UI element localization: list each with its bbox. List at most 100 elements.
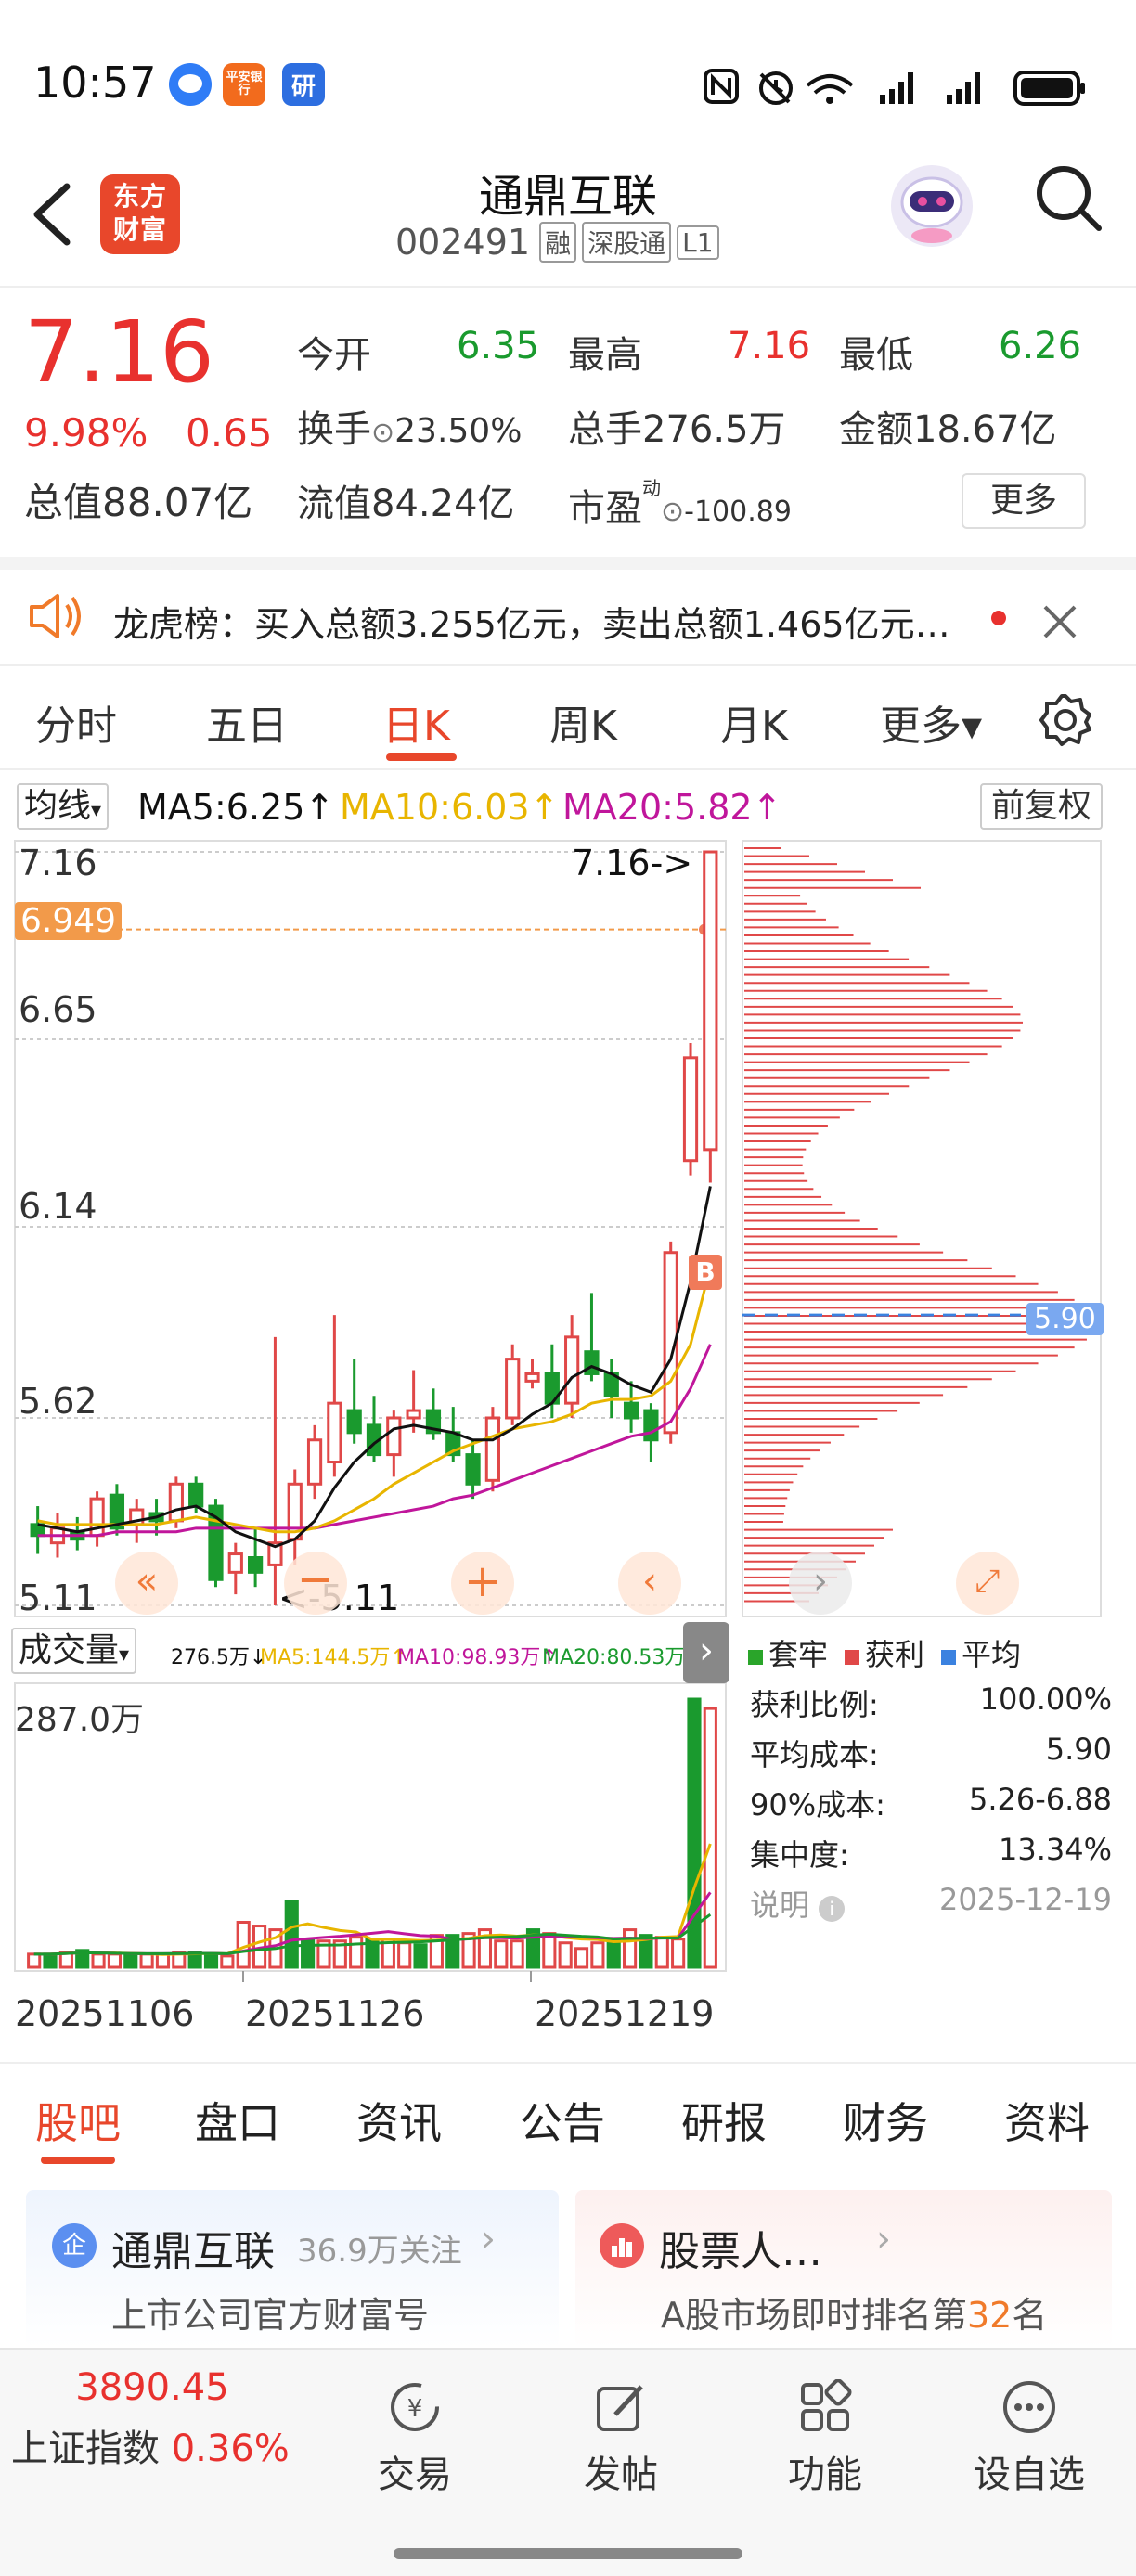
trade-icon: ¥ bbox=[387, 2379, 443, 2435]
candle-body bbox=[227, 1552, 243, 1574]
card-title: 股票人… bbox=[659, 2228, 822, 2275]
index-name-row: 上证指数 0.36% bbox=[11, 2428, 290, 2470]
volume-value: 276.5万↓ bbox=[171, 1646, 267, 1669]
volume-bar bbox=[220, 1954, 235, 1969]
chevron-left-icon[interactable]: ‹ bbox=[618, 1552, 681, 1615]
candle-body bbox=[564, 1335, 580, 1405]
candle-body bbox=[484, 1416, 500, 1482]
x-tick-label: 20251106 bbox=[15, 1993, 195, 2034]
volume-bar bbox=[27, 1952, 42, 1969]
chip-distribution-info: 套牢 获利 平均 获利比例: 100.00% 平均成本: 5.90 90%成本: 5.… bbox=[742, 1626, 1132, 1932]
max-price-annotation: 7.16-> bbox=[572, 843, 693, 883]
ranking-icon bbox=[600, 2223, 644, 2268]
crosshair-price-label: 6.949 bbox=[15, 902, 123, 940]
y-tick-label: 6.14 bbox=[19, 1186, 97, 1227]
buy-marker[interactable]: B bbox=[689, 1255, 722, 1290]
add-watchlist-button[interactable]: 设自选 bbox=[960, 2368, 1099, 2498]
ma5-line bbox=[37, 1186, 712, 1549]
svg-text:¥: ¥ bbox=[407, 2395, 423, 2423]
volume-bar bbox=[703, 1707, 717, 1969]
candle-body bbox=[306, 1438, 323, 1486]
tab-announcements[interactable]: 公告 bbox=[520, 2090, 605, 2151]
tab-news[interactable]: 资讯 bbox=[356, 2090, 442, 2151]
trade-button[interactable]: ¥ 交易 bbox=[345, 2368, 484, 2498]
tab-finance[interactable]: 财务 bbox=[843, 2090, 928, 2151]
plus-icon[interactable]: + bbox=[451, 1552, 514, 1615]
volume-bar bbox=[301, 1938, 316, 1969]
x-tick-label: 20251219 bbox=[535, 1993, 715, 2034]
volume-bar bbox=[590, 1941, 605, 1969]
edit-icon bbox=[593, 2379, 649, 2435]
post-button[interactable]: 发帖 bbox=[551, 2368, 691, 2498]
candle-body bbox=[386, 1416, 402, 1457]
legend-trapped: 套牢 bbox=[748, 1631, 828, 1674]
volume-ma5: MA5:144.5万↑ bbox=[260, 1646, 407, 1669]
tab-research[interactable]: 研报 bbox=[681, 2090, 767, 2151]
candle-body bbox=[623, 1401, 639, 1420]
volume-ma10: MA10:98.93万↑ bbox=[397, 1646, 558, 1669]
official-account-card[interactable]: 企 通鼎互联 36.9万关注 › 上市公司官方财富号 bbox=[26, 2190, 559, 2348]
candle-body bbox=[465, 1453, 481, 1486]
volume-bar bbox=[123, 1954, 138, 1969]
bottom-action-bar: 3890.45 上证指数 0.36% ¥ 交易 发帖 功能 设自选 bbox=[0, 2348, 1136, 2576]
chevron-right-icon[interactable]: › bbox=[789, 1552, 852, 1615]
stock-popularity-card[interactable]: 股票人… › A股市场即时排名第32名 bbox=[575, 2190, 1112, 2348]
avg-cost-label: 5.90 bbox=[1026, 1303, 1104, 1335]
volume-bar bbox=[574, 1947, 589, 1969]
y-tick-label: 5.62 bbox=[19, 1381, 97, 1422]
candle-body bbox=[188, 1482, 204, 1508]
chip-row: 获利比例: 100.00% bbox=[750, 1681, 1112, 1722]
tab-guba[interactable]: 股吧 bbox=[35, 2090, 121, 2151]
chip-legend: 套牢 获利 平均 bbox=[748, 1631, 1021, 1674]
candle-body bbox=[168, 1482, 184, 1523]
volume-bar bbox=[397, 1941, 412, 1969]
grid-icon bbox=[797, 2378, 853, 2435]
chip-note[interactable]: 说明 i 2025-12-19 bbox=[750, 1882, 1112, 1925]
volume-bar bbox=[155, 1952, 171, 1969]
more-dots-icon bbox=[1001, 2379, 1057, 2435]
candle-body bbox=[327, 1401, 342, 1464]
volume-bar bbox=[43, 1952, 58, 1969]
content-tabs: 股吧 盘口 资讯 公告 研报 财务 资料 bbox=[0, 2062, 1136, 2173]
index-ticker[interactable]: 3890.45 上证指数 0.36% bbox=[11, 2366, 290, 2472]
double-chevron-left-icon[interactable]: « bbox=[115, 1552, 178, 1615]
collapse-side-panel-icon[interactable]: › bbox=[683, 1622, 729, 1683]
volume-bar bbox=[623, 1928, 638, 1969]
y-tick-label: 5.11 bbox=[19, 1578, 97, 1618]
candle-body bbox=[406, 1409, 421, 1420]
expand-icon[interactable]: ⤢ bbox=[956, 1552, 1019, 1615]
volume-bar bbox=[510, 1939, 524, 1969]
tab-profile[interactable]: 资料 bbox=[1004, 2090, 1090, 2151]
chip-row: 90%成本: 5.26-6.88 bbox=[750, 1782, 1112, 1823]
volume-bar bbox=[413, 1943, 428, 1969]
volume-bar bbox=[139, 1952, 154, 1969]
info-icon: i bbox=[819, 1896, 846, 1922]
volume-bar bbox=[203, 1952, 219, 1969]
indicator-selector[interactable]: 成交量▾ bbox=[11, 1628, 137, 1674]
candle-body bbox=[643, 1409, 659, 1442]
volume-bar bbox=[107, 1952, 122, 1969]
card-subtitle: A股市场即时排名第32名 bbox=[661, 2295, 1048, 2336]
volume-bar bbox=[349, 1936, 364, 1969]
volume-ma20: MA20:80.53万↑ bbox=[542, 1646, 703, 1669]
volume-header: 成交量▾ 276.5万↓ MA5:144.5万↑ MA10:98.93万↑ MA… bbox=[11, 1626, 726, 1678]
volume-bar bbox=[91, 1952, 106, 1969]
tab-pankou[interactable]: 盘口 bbox=[195, 2090, 280, 2151]
chip-row: 集中度: 13.34% bbox=[750, 1832, 1112, 1873]
candle-body bbox=[248, 1556, 264, 1574]
chevron-right-icon: › bbox=[481, 2218, 496, 2260]
index-value: 3890.45 bbox=[75, 2366, 229, 2409]
functions-button[interactable]: 功能 bbox=[755, 2368, 895, 2498]
enterprise-icon: 企 bbox=[52, 2223, 97, 2268]
volume-max-label: 287.0万 bbox=[15, 1701, 145, 1739]
volume-bar bbox=[671, 1938, 686, 1969]
volume-bar bbox=[558, 1941, 573, 1969]
volume-bar bbox=[494, 1939, 509, 1969]
candle-body bbox=[584, 1350, 600, 1375]
legend-profit: 获利 bbox=[845, 1631, 924, 1674]
minus-icon[interactable]: − bbox=[284, 1552, 347, 1615]
y-tick-label: 7.16 bbox=[19, 843, 97, 883]
candle-body bbox=[682, 1056, 699, 1163]
follow-count: 36.9万关注 bbox=[297, 2233, 462, 2270]
volume-bar bbox=[606, 1939, 621, 1969]
